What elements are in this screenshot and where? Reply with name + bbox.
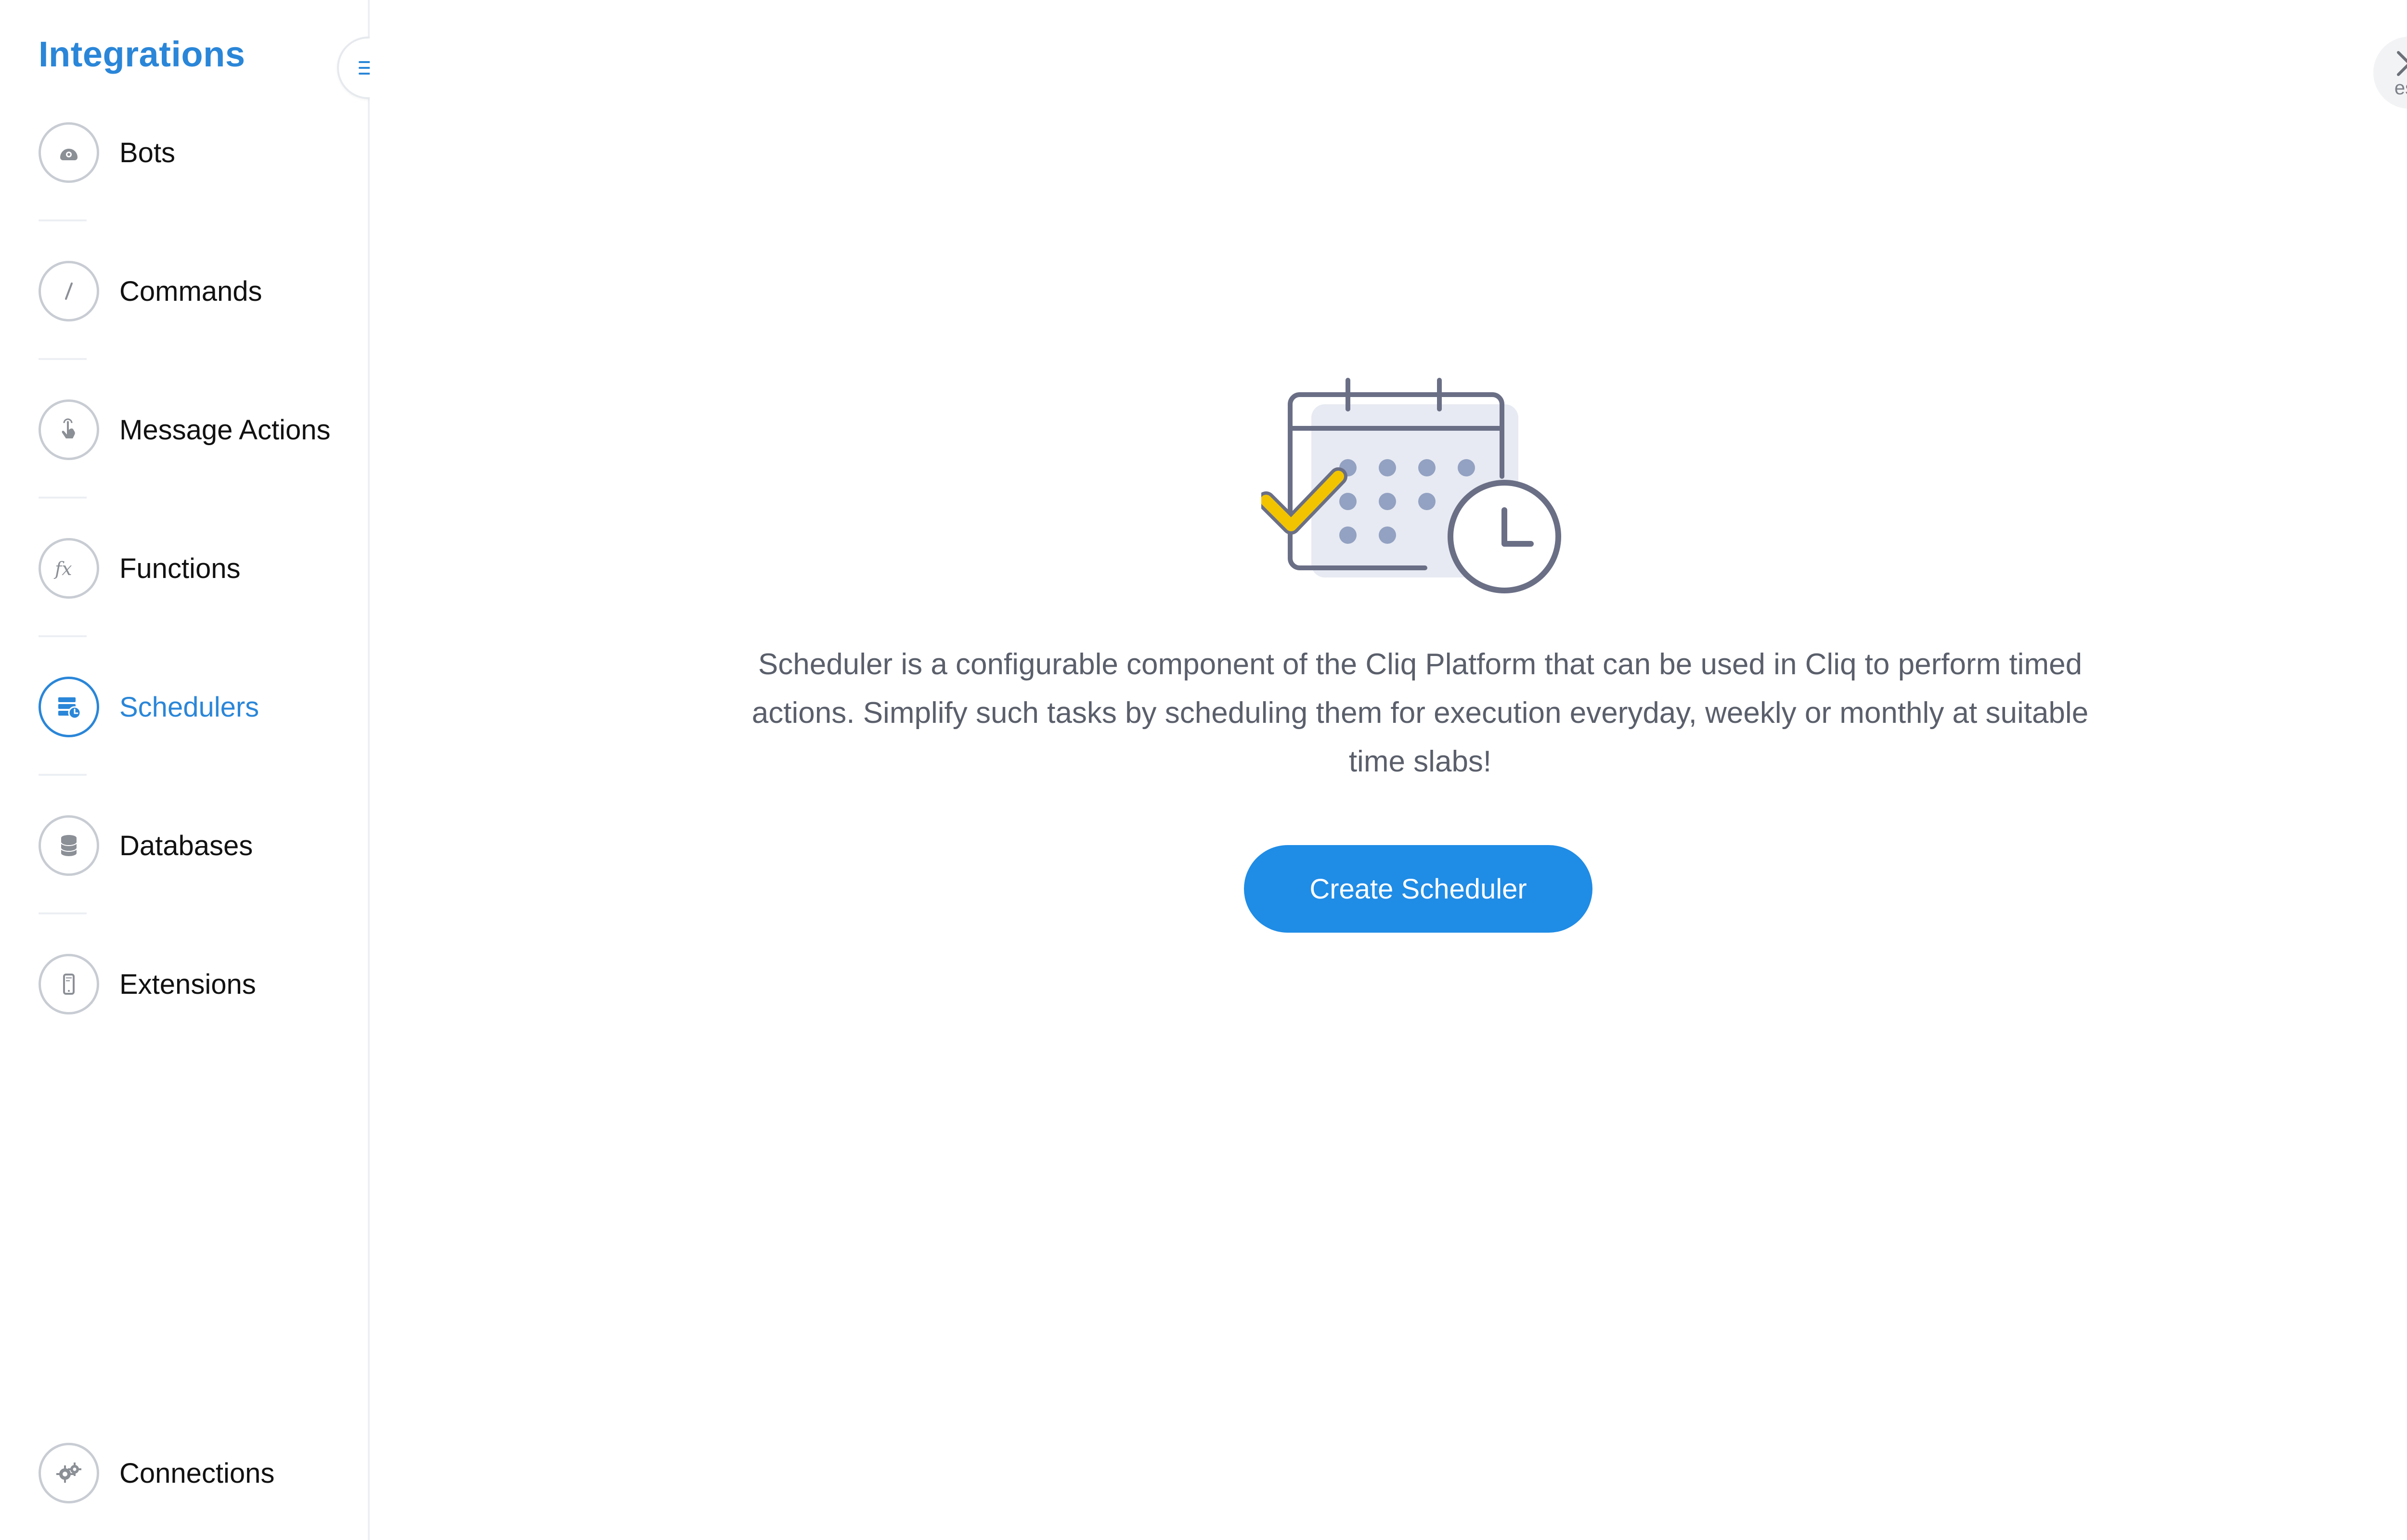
sidebar-item-label: Connections [119,1457,275,1489]
create-scheduler-button[interactable]: Create Scheduler [1244,845,1592,933]
sidebar-item-databases[interactable]: Databases [39,814,253,877]
close-shortcut-hint: esc [2394,77,2407,99]
scheduler-illustration [1257,366,1569,616]
sidebar-item-label: Functions [119,552,241,584]
touch-hand-icon [39,399,99,460]
sidebar-item-label: Databases [119,830,253,861]
divider [39,635,87,637]
divider [39,497,87,499]
function-fx-icon: fx [39,538,99,599]
sidebar-item-connections[interactable]: Connections [39,1442,274,1504]
sidebar-item-commands[interactable]: Commands [39,260,262,322]
gears-icon [39,1443,99,1503]
scheduler-description: Scheduler is a configurable component of… [751,648,2089,778]
svg-text:fx: fx [53,558,72,579]
sidebar-item-functions[interactable]: fx Functions [39,537,240,600]
sidebar-item-bots[interactable]: Bots [39,121,175,184]
bot-icon [39,122,99,183]
close-button[interactable]: esc [2373,37,2407,109]
sidebar-item-extensions[interactable]: Extensions [39,953,256,1015]
sidebar-item-message-actions[interactable]: Message Actions [39,398,330,461]
divider [39,774,87,776]
scheduler-icon [39,677,99,737]
close-icon [2397,51,2407,76]
app-root: Integrations Bots Commands Message Actio… [0,0,2407,1540]
mobile-extension-icon [39,954,99,1014]
sidebar-item-label: Commands [119,275,262,307]
sidebar-item-label: Extensions [119,968,256,1000]
slash-command-icon [39,261,99,321]
calendar-clock-icon [1257,378,1561,593]
sidebar-item-label: Message Actions [119,414,331,446]
sidebar: Integrations Bots Commands Message Actio… [0,0,400,1540]
divider [39,358,87,360]
sidebar-item-label: Schedulers [119,691,259,723]
divider [39,219,87,221]
database-icon [39,815,99,876]
sidebar-title: Integrations [39,34,246,74]
sidebar-item-schedulers[interactable]: Schedulers [39,676,259,738]
sidebar-item-label: Bots [119,137,176,168]
divider [39,912,87,914]
